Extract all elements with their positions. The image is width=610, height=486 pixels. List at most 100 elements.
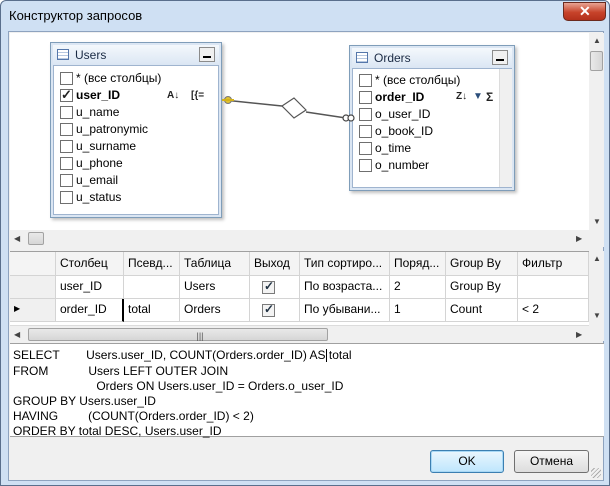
sql-line: HAVING (COUNT(Orders.order_ID) < 2) — [13, 409, 254, 423]
cell-group-by[interactable]: Group By — [446, 276, 518, 299]
group-by-icon: [{= — [191, 90, 205, 101]
field-label: u_patronymic — [76, 122, 149, 136]
infinity-icon — [347, 114, 355, 122]
cell-filter[interactable]: < 2 — [518, 299, 589, 322]
join-diamond-icon[interactable] — [281, 97, 307, 119]
cell-sort-order[interactable]: 2 — [390, 276, 446, 299]
close-icon: ✕ — [579, 3, 591, 19]
cell-table[interactable]: Orders — [180, 299, 250, 322]
output-checkbox[interactable] — [262, 279, 275, 294]
query-builder-window: Конструктор запросов ✕ Users * (все стол… — [0, 0, 610, 486]
field-label: * (все столбцы) — [375, 73, 461, 87]
table-users[interactable]: Users * (все столбцы) user_ID A↓ [{= — [50, 42, 222, 218]
diagram-pane[interactable]: Users * (все столбцы) user_ID A↓ [{= — [10, 33, 589, 247]
table-orders[interactable]: Orders * (все столбцы) order_ID Z↓ ▼ Σ o… — [349, 45, 515, 191]
cell-output[interactable] — [250, 276, 300, 299]
orders-scrollbar[interactable] — [499, 69, 512, 187]
column-header[interactable]: Поряд... — [390, 252, 446, 276]
join-line[interactable] — [220, 88, 360, 128]
field-label: order_ID — [375, 90, 425, 104]
cell-alias[interactable]: total — [124, 299, 180, 322]
cell-column[interactable]: order_ID — [56, 299, 124, 322]
table-orders-header[interactable]: Orders — [352, 48, 512, 67]
cell-sort-type[interactable]: По возраста... — [300, 276, 390, 299]
sort-ascending-icon: A↓ — [167, 90, 180, 101]
minimize-icon — [496, 59, 504, 61]
cell-output[interactable] — [250, 299, 300, 322]
column-header[interactable]: Тип сортиро... — [300, 252, 390, 276]
table-users-header[interactable]: Users — [53, 45, 219, 64]
text-caret — [326, 349, 327, 362]
scroll-down-icon[interactable]: ▼ — [593, 311, 601, 320]
minimize-button[interactable] — [492, 50, 508, 65]
minimize-button[interactable] — [199, 47, 215, 62]
cell-table[interactable]: Users — [180, 276, 250, 299]
field-checkbox[interactable] — [60, 157, 73, 170]
field-checkbox[interactable] — [60, 140, 73, 153]
scroll-left-icon[interactable]: ◀ — [14, 234, 20, 243]
grid-horizontal-scrollbar[interactable]: ◀ ||| ▶ — [10, 325, 589, 342]
client-area: Users * (все столбцы) user_ID A↓ [{= — [8, 31, 604, 481]
field-checkbox[interactable] — [60, 72, 73, 85]
sql-line: Orders ON Users.user_ID = Orders.o_user_… — [13, 379, 344, 393]
grid-vertical-scrollbar[interactable]: ▲ ▼ — [589, 251, 604, 341]
field-checkbox[interactable] — [359, 108, 372, 121]
field-label: u_surname — [76, 139, 137, 153]
scroll-thumb[interactable] — [28, 232, 44, 245]
output-checkbox[interactable] — [262, 302, 275, 317]
field-checkbox[interactable] — [60, 123, 73, 136]
sql-line: FROM Users LEFT OUTER JOIN — [13, 364, 229, 378]
resize-grip-icon[interactable] — [591, 468, 601, 478]
field-label: o_time — [375, 141, 412, 155]
cell-column[interactable]: user_ID — [56, 276, 124, 299]
scroll-left-icon[interactable]: ◀ — [14, 330, 20, 339]
ok-button[interactable]: OK — [430, 450, 504, 473]
cell-alias[interactable] — [124, 276, 180, 299]
scroll-thumb[interactable] — [590, 51, 603, 71]
column-header[interactable]: Столбец — [56, 252, 124, 276]
field-label: u_email — [76, 173, 119, 187]
table-row[interactable]: user_ID Users По возраста... 2 Group By — [10, 276, 589, 299]
scroll-up-icon[interactable]: ▲ — [593, 36, 601, 45]
column-header[interactable]: Фильтр — [518, 252, 589, 276]
scroll-right-icon[interactable]: ▶ — [576, 330, 582, 339]
title-bar[interactable]: Конструктор запросов ✕ — [1, 1, 609, 31]
column-header[interactable]: Псевд... — [124, 252, 180, 276]
sql-line: ORDER BY total DESC, Users.user_ID — [13, 424, 222, 438]
field-checkbox[interactable] — [359, 125, 372, 138]
column-header[interactable]: Выход — [250, 252, 300, 276]
sum-icon: Σ — [486, 90, 494, 104]
field-checkbox[interactable] — [359, 91, 372, 104]
sql-editor[interactable]: SELECT Users.user_ID, COUNT(Orders.order… — [10, 343, 604, 438]
close-button[interactable]: ✕ — [563, 2, 606, 21]
field-checkbox[interactable] — [60, 86, 73, 103]
diagram-vertical-scrollbar[interactable]: ▲ ▼ — [589, 33, 604, 247]
table-users-fields: * (все столбцы) user_ID A↓ [{= u_name u — [53, 65, 219, 215]
field-checkbox[interactable] — [359, 159, 372, 172]
row-selector[interactable] — [10, 276, 56, 299]
field-checkbox[interactable] — [60, 174, 73, 187]
field-checkbox[interactable] — [60, 191, 73, 204]
scroll-up-icon[interactable]: ▲ — [593, 254, 601, 263]
scroll-thumb[interactable]: ||| — [28, 328, 328, 341]
field-checkbox[interactable] — [359, 142, 372, 155]
join-connector — [305, 111, 347, 119]
column-header[interactable]: Group By — [446, 252, 518, 276]
field-label: o_user_ID — [375, 107, 431, 121]
field-label: u_name — [76, 105, 120, 119]
field-label: * (все столбцы) — [76, 71, 162, 85]
field-checkbox[interactable] — [359, 74, 372, 87]
table-row[interactable]: ▶ order_ID total Orders По убывани... 1 … — [10, 299, 589, 322]
row-selector[interactable]: ▶ — [10, 299, 56, 322]
current-row-icon: ▶ — [14, 304, 21, 313]
column-header[interactable]: Таблица — [180, 252, 250, 276]
cell-group-by[interactable]: Count — [446, 299, 518, 322]
cell-filter[interactable] — [518, 276, 589, 299]
scroll-right-icon[interactable]: ▶ — [576, 234, 582, 243]
field-checkbox[interactable] — [60, 106, 73, 119]
cell-sort-type[interactable]: По убывани... — [300, 299, 390, 322]
diagram-horizontal-scrollbar[interactable]: ◀ ▶ — [10, 230, 589, 247]
cancel-button[interactable]: Отмена — [514, 450, 589, 473]
scroll-down-icon[interactable]: ▼ — [593, 217, 601, 226]
cell-sort-order[interactable]: 1 — [390, 299, 446, 322]
